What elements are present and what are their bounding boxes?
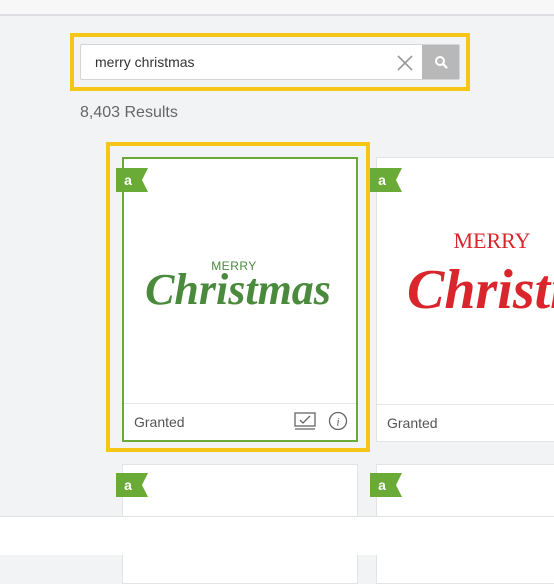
result-card[interactable]: MERRY Christmas Granted	[376, 157, 554, 442]
card-footer: Granted	[377, 404, 554, 441]
search-input[interactable]	[81, 45, 411, 79]
badge-icon: a	[116, 168, 148, 192]
badge-icon: a	[370, 473, 402, 497]
bottom-band	[0, 516, 554, 555]
svg-text:i: i	[336, 415, 339, 429]
info-icon[interactable]: i	[328, 411, 348, 436]
top-bar	[0, 0, 554, 16]
card-artwork: MERRY Christmas	[377, 158, 554, 406]
close-icon[interactable]	[395, 53, 415, 73]
svg-text:a: a	[378, 477, 386, 493]
art-christmas: Christmas	[407, 259, 554, 321]
result-card[interactable]: MERRY Christmas Granted i	[122, 157, 358, 442]
card-footer: Granted i	[124, 403, 356, 440]
badge-icon: a	[370, 168, 402, 192]
search-bar	[80, 44, 460, 80]
license-status: Granted	[134, 414, 185, 430]
svg-text:a: a	[378, 172, 386, 188]
card-artwork: MERRY Christmas	[124, 159, 356, 407]
svg-text:a: a	[124, 172, 132, 188]
results-count: 8,403 Results	[80, 104, 178, 121]
svg-text:a: a	[124, 477, 132, 493]
license-status: Granted	[387, 415, 438, 431]
lightbox-icon[interactable]	[294, 412, 316, 435]
search-button[interactable]	[422, 45, 459, 79]
badge-icon: a	[116, 473, 148, 497]
search-icon	[434, 56, 448, 69]
art-christmas: Christmas	[145, 265, 331, 314]
art-merry: MERRY	[453, 228, 530, 253]
